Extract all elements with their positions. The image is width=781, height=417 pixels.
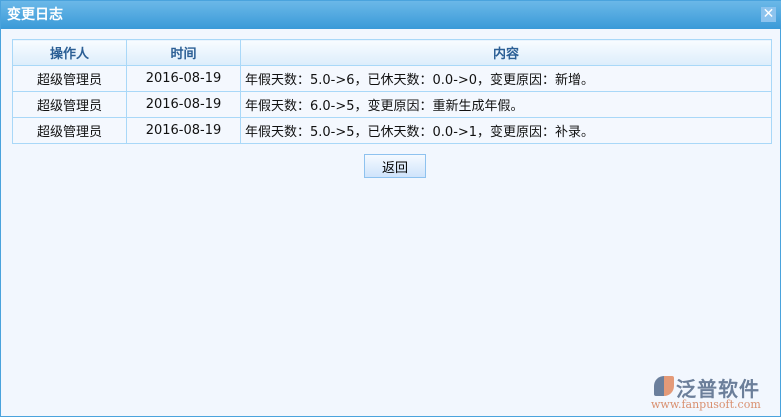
column-header-content: 内容 <box>240 39 772 66</box>
table-row: 超级管理员 2016-08-19 年假天数：5.0->6，已休天数：0.0->0… <box>12 65 772 92</box>
watermark-url: www.fanpusoft.com <box>651 398 761 411</box>
change-log-table: 操作人 时间 内容 超级管理员 2016-08-19 年假天数：5.0->6，已… <box>12 39 772 144</box>
logo-icon <box>654 376 674 396</box>
operator-cell: 超级管理员 <box>12 91 127 118</box>
content-cell: 年假天数：6.0->5，变更原因：重新生成年假。 <box>240 91 772 118</box>
close-icon[interactable]: ✕ <box>761 7 776 22</box>
content-cell: 年假天数：5.0->5，已休天数：0.0->1，变更原因：补录。 <box>240 117 772 144</box>
watermark-logo: 泛普软件 www.fanpusoft.com <box>651 373 776 413</box>
window-title: 变更日志 <box>7 7 63 23</box>
time-cell: 2016-08-19 <box>126 91 241 118</box>
content-cell: 年假天数：5.0->6，已休天数：0.0->0，变更原因：新增。 <box>240 65 772 92</box>
column-header-operator: 操作人 <box>12 39 127 66</box>
operator-cell: 超级管理员 <box>12 65 127 92</box>
time-cell: 2016-08-19 <box>126 117 241 144</box>
table-row: 超级管理员 2016-08-19 年假天数：6.0->5，变更原因：重新生成年假… <box>12 91 772 118</box>
operator-cell: 超级管理员 <box>12 117 127 144</box>
column-header-time: 时间 <box>126 39 241 66</box>
back-button[interactable]: 返回 <box>364 154 426 178</box>
title-bar: 变更日志 ✕ <box>1 1 781 29</box>
time-cell: 2016-08-19 <box>126 65 241 92</box>
table-row: 超级管理员 2016-08-19 年假天数：5.0->5，已休天数：0.0->1… <box>12 117 772 144</box>
